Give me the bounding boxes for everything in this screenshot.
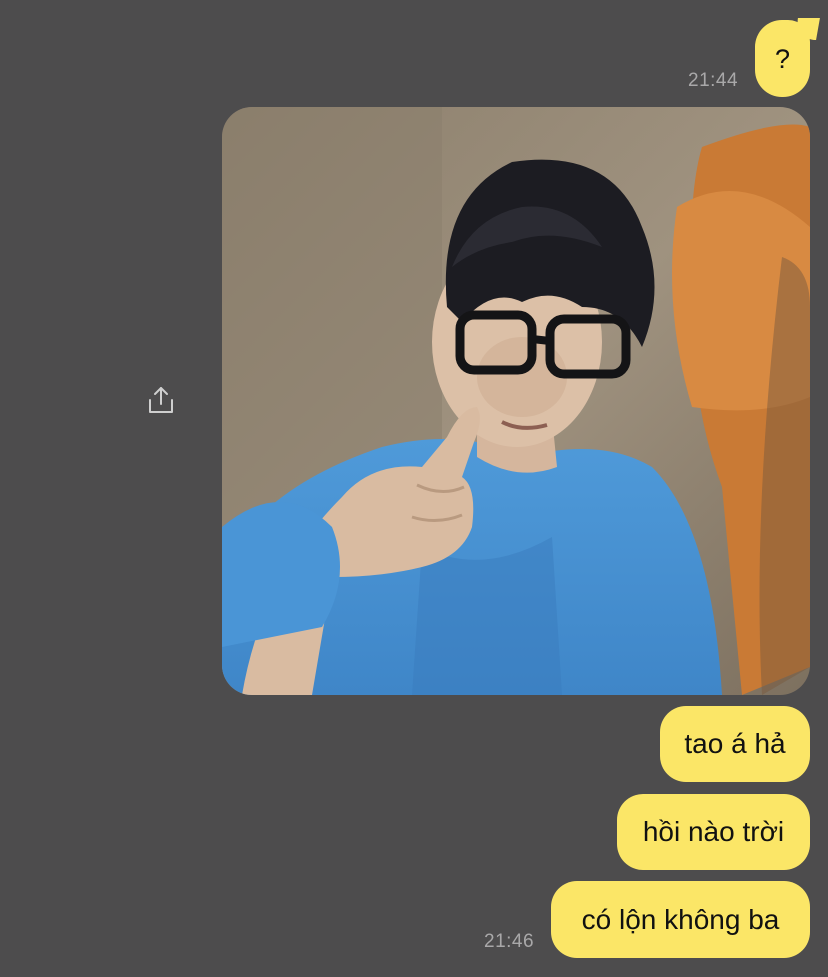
message-bubble[interactable]: ? xyxy=(755,18,820,97)
message-text: tao á hả xyxy=(684,728,786,759)
photo-message[interactable] xyxy=(222,107,810,695)
message-bubble[interactable]: có lộn không ba xyxy=(551,881,810,958)
message-timestamp: 21:44 xyxy=(688,70,739,91)
message-text: có lộn không ba xyxy=(581,903,780,935)
message-text: ? xyxy=(774,43,791,74)
message-bubble[interactable]: hồi nào trời xyxy=(617,794,810,870)
message-timestamp: 21:46 xyxy=(484,931,535,952)
message-bubble[interactable]: tao á hả xyxy=(660,706,810,782)
photo-image xyxy=(222,107,810,695)
bubble-tail xyxy=(794,18,820,40)
share-icon[interactable] xyxy=(146,385,176,417)
message-text: hồi nào trời xyxy=(642,816,785,847)
chat-thread: ? 21:44 tao á hả hồi nào trời có lộn khô… xyxy=(0,0,828,977)
